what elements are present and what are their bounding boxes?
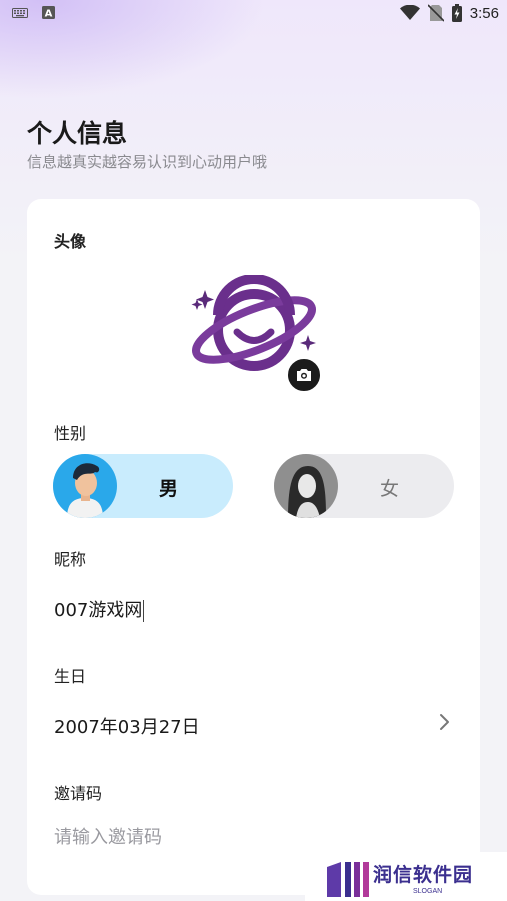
chevron-right-icon[interactable]	[438, 713, 450, 731]
watermark-text: 润信软件园	[373, 864, 474, 886]
status-bar: A 3:56	[0, 0, 507, 28]
birthday-value[interactable]: 2007年03月27日	[54, 713, 200, 739]
status-time: 3:56	[469, 4, 499, 22]
svg-text:A: A	[45, 9, 53, 20]
gender-option-female[interactable]: 女	[274, 454, 454, 518]
page-title: 个人信息	[27, 119, 128, 148]
gender-option-male[interactable]: 男	[53, 454, 233, 518]
wifi-icon	[399, 5, 420, 21]
camera-icon	[297, 369, 311, 381]
gender-male-label: 男	[159, 478, 179, 500]
no-sim-icon	[427, 4, 444, 22]
gender-female-label: 女	[380, 478, 400, 500]
birthday-label: 生日	[54, 667, 87, 686]
nickname-label: 昵称	[54, 550, 87, 569]
battery-charging-icon	[451, 4, 462, 22]
page-subtitle: 信息越真实越容易认识到心动用户哦	[27, 153, 268, 171]
avatar-label: 头像	[54, 232, 87, 251]
male-avatar	[53, 454, 117, 518]
gender-label: 性别	[54, 424, 87, 443]
watermark-slogan: SLOGAN	[413, 888, 443, 895]
watermark: 润信软件园 SLOGAN	[305, 852, 507, 901]
nickname-value: 007游戏网	[54, 600, 143, 621]
camera-button[interactable]	[286, 357, 322, 393]
female-avatar	[274, 454, 338, 518]
profile-form-card: 头像 性别 男 女 昵称 007游戏网 生日 2007年03月27日 邀请码 请…	[27, 199, 480, 895]
nickname-input[interactable]: 007游戏网	[54, 596, 145, 622]
invite-code-input[interactable]	[54, 827, 434, 848]
keyboard-icon	[12, 7, 28, 18]
font-a-icon: A	[42, 6, 55, 19]
text-caret	[143, 600, 145, 622]
invite-code-label: 邀请码	[54, 784, 103, 803]
